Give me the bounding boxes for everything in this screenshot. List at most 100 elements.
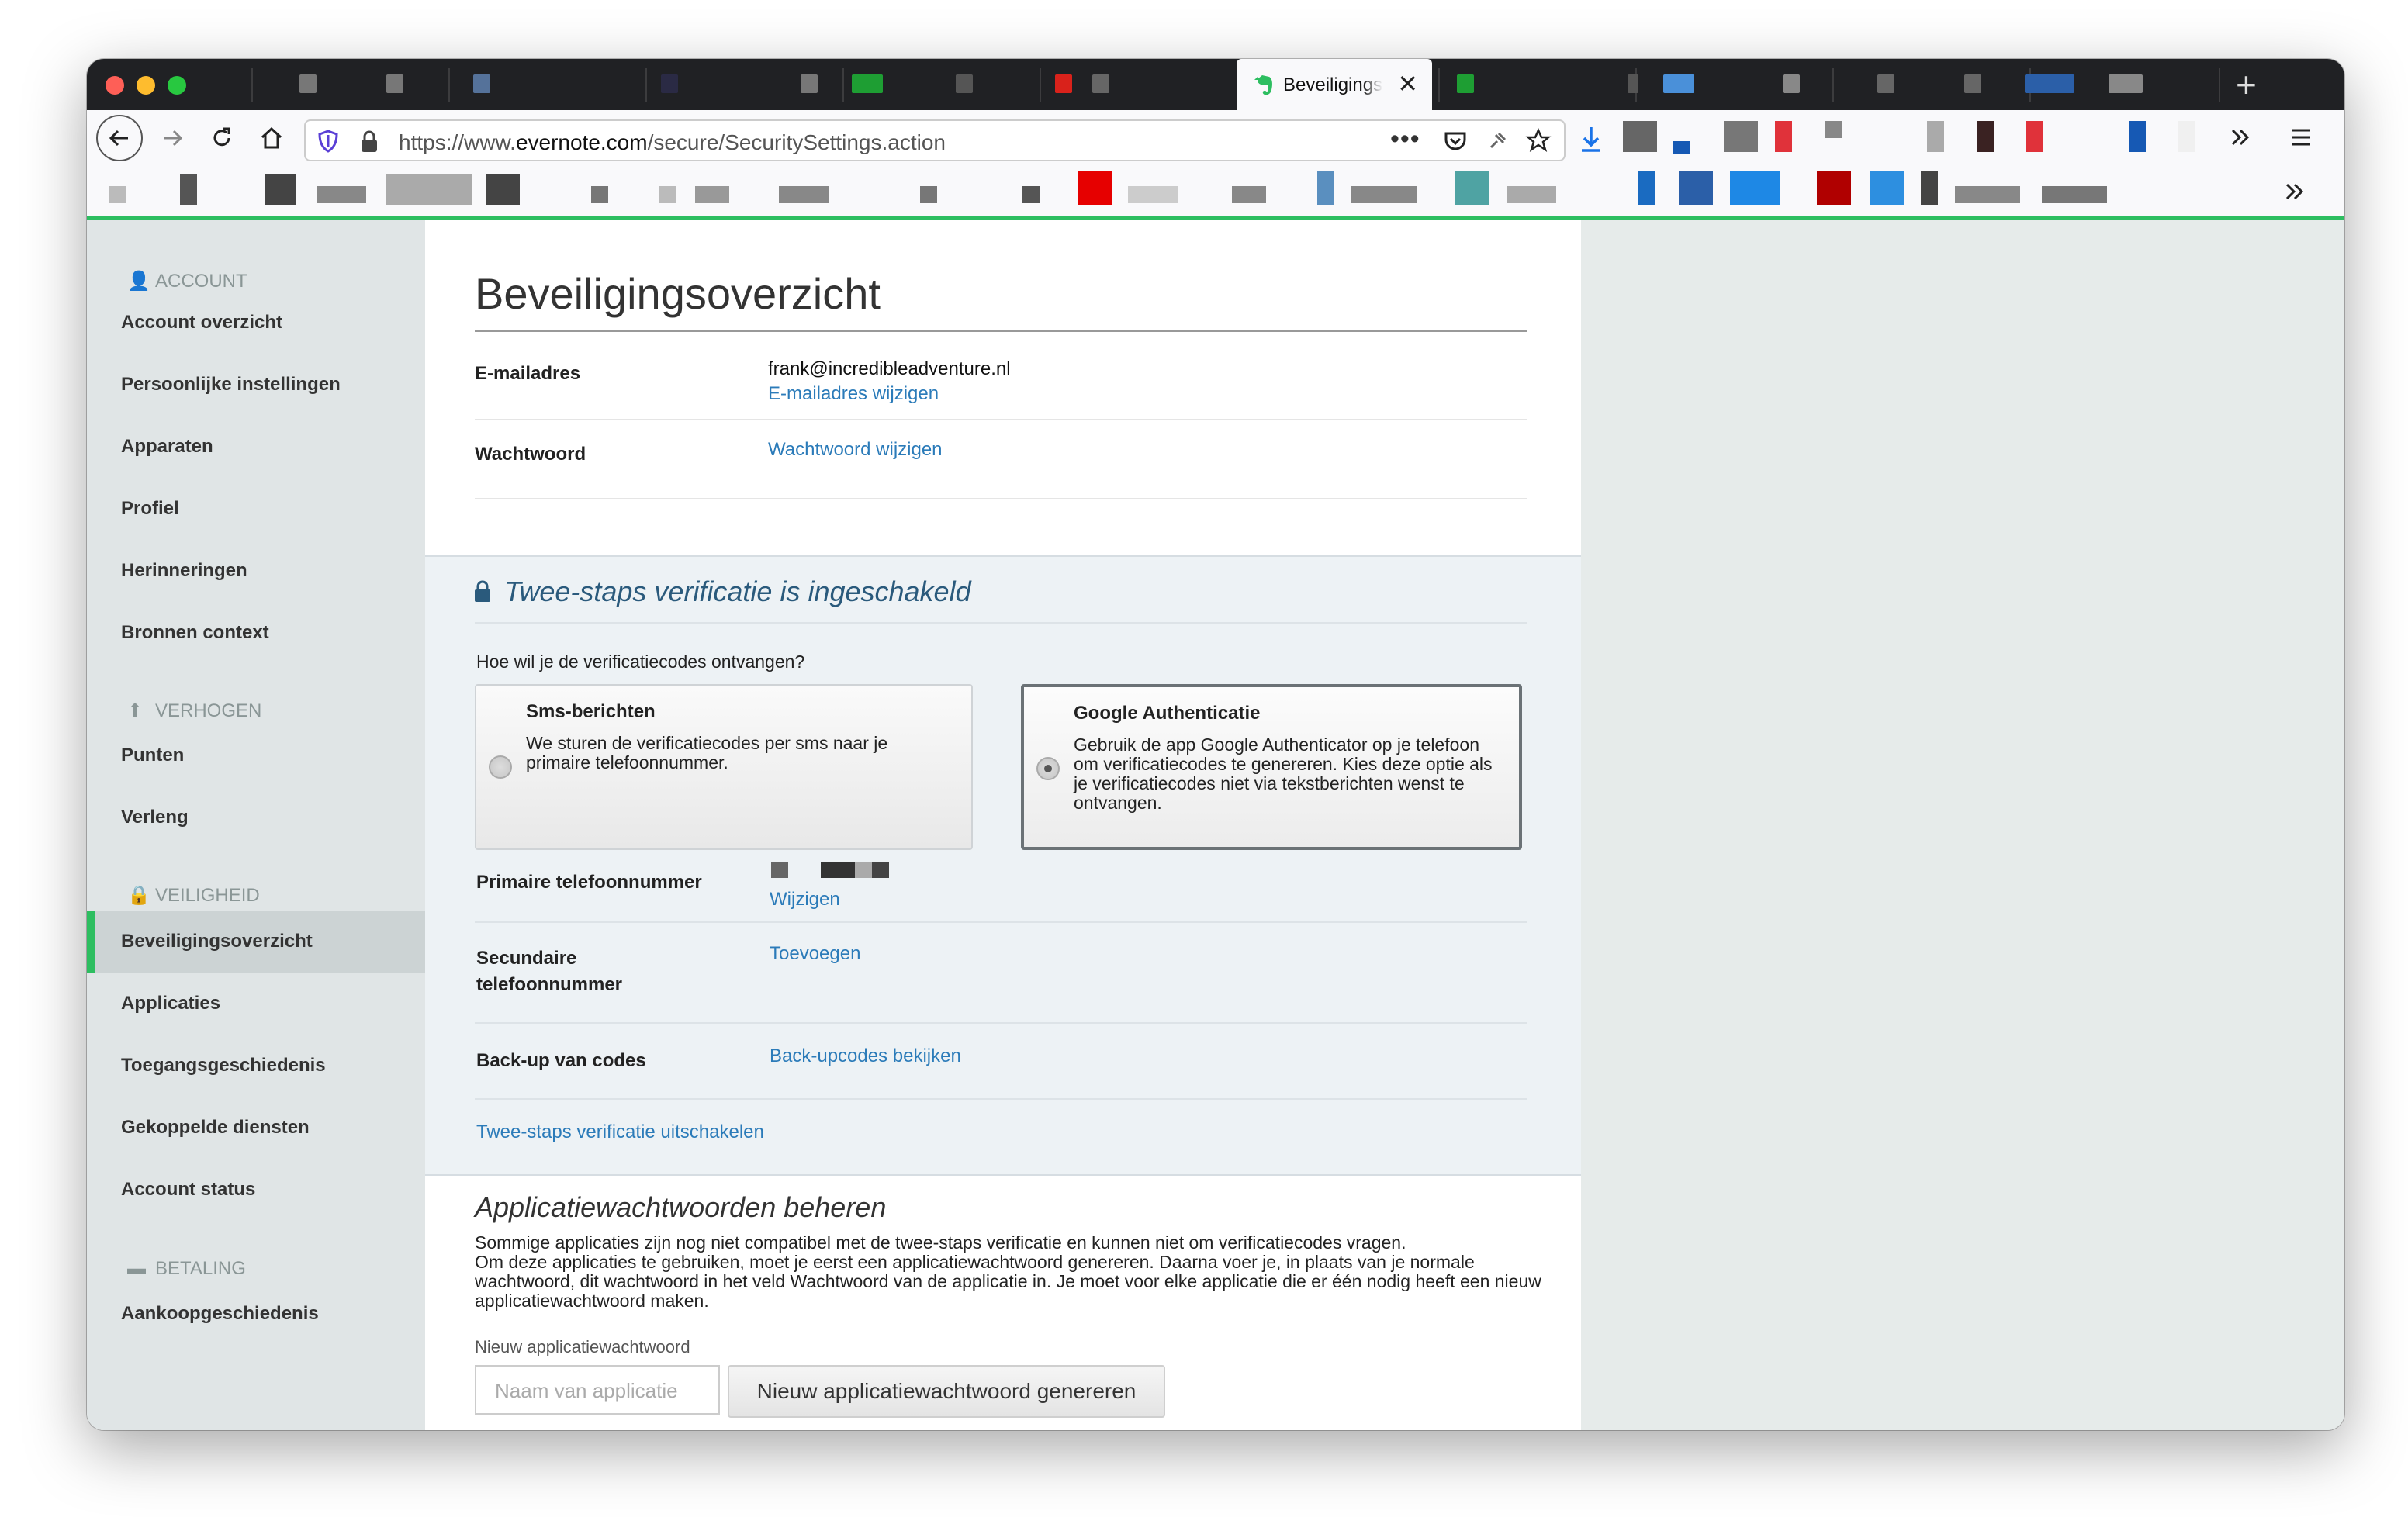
menu-icon[interactable] xyxy=(2289,126,2313,149)
generate-app-password-button[interactable]: Nieuw applicatiewachtwoord genereren xyxy=(728,1365,1165,1418)
sidebar-item-bronnen-context[interactable]: Bronnen context xyxy=(121,622,269,644)
tab-title: Beveiligingsoverzicht xyxy=(1283,74,1382,95)
tab-strip: Beveiligingsoverzicht ✕ + xyxy=(87,59,2344,110)
sidebar-item-beveiligingsoverzicht[interactable]: Beveiligingsoverzicht xyxy=(121,931,313,952)
bookmark-item[interactable] xyxy=(386,174,472,205)
tab[interactable] xyxy=(1457,74,1474,93)
tracking-shield-icon[interactable] xyxy=(317,129,340,154)
download-icon[interactable] xyxy=(1578,124,1604,154)
sms-option[interactable]: Sms-berichten We sturen de verificatieco… xyxy=(475,684,973,850)
overflow-chevron-icon[interactable] xyxy=(2228,124,2253,150)
home-icon xyxy=(261,126,282,149)
sidebar-section-veiligheid: 🔒 VEILIGHEID xyxy=(127,885,260,906)
sidebar-item-punten[interactable]: Punten xyxy=(121,745,184,766)
sidebar-item-profiel[interactable]: Profiel xyxy=(121,498,179,520)
bookmark-item[interactable] xyxy=(317,186,366,203)
zoom-window-button[interactable] xyxy=(168,76,186,95)
reload-button[interactable] xyxy=(202,118,242,158)
bookmark-item[interactable] xyxy=(2042,186,2107,203)
sidebar-item-aankoopgeschiedenis[interactable]: Aankoopgeschiedenis xyxy=(121,1303,319,1325)
bookmark-item[interactable] xyxy=(920,186,937,203)
bookmark-item[interactable] xyxy=(695,186,729,203)
tab[interactable] xyxy=(386,74,403,93)
tab[interactable] xyxy=(1663,74,1694,93)
bookmark-item[interactable] xyxy=(1351,186,1417,203)
bookmark-item[interactable] xyxy=(779,186,829,203)
change-email-link[interactable]: E-mailadres wijzigen xyxy=(768,383,939,405)
sidebar-item-account-status[interactable]: Account status xyxy=(121,1179,255,1201)
view-backup-codes-link[interactable]: Back-upcodes bekijken xyxy=(770,1045,961,1067)
minimize-window-button[interactable] xyxy=(137,76,155,95)
lock-icon[interactable] xyxy=(358,129,380,154)
tab[interactable] xyxy=(2109,74,2143,93)
tab[interactable] xyxy=(1628,74,1638,93)
sidebar-item-herinneringen[interactable]: Herinneringen xyxy=(121,560,247,582)
bookmark-item[interactable] xyxy=(1679,171,1713,205)
app-name-input[interactable]: Naam van applicatie xyxy=(475,1365,720,1415)
sidebar-section-betaling: ▬ BETALING xyxy=(127,1258,246,1279)
tab[interactable] xyxy=(1783,74,1800,93)
bookmark-item[interactable] xyxy=(1317,171,1334,205)
sms-radio[interactable] xyxy=(489,755,512,779)
close-tab-icon[interactable]: ✕ xyxy=(1397,70,1418,98)
tab[interactable] xyxy=(1964,74,1981,93)
sidebar-item-applicaties[interactable]: Applicaties xyxy=(121,993,220,1014)
tab[interactable] xyxy=(852,74,883,93)
pocket-icon[interactable] xyxy=(1443,129,1468,154)
sidebar-item-persoonlijke-instellingen[interactable]: Persoonlijke instellingen xyxy=(121,374,341,396)
address-bar[interactable]: https://www.evernote.com/secure/Security… xyxy=(304,119,1566,161)
bookmark-item[interactable] xyxy=(1078,171,1112,205)
backup-codes-label: Back-up van codes xyxy=(476,1050,646,1071)
back-button[interactable] xyxy=(96,115,143,161)
bookmark-item[interactable] xyxy=(591,186,608,203)
bookmarks-overflow-icon[interactable] xyxy=(2282,178,2307,205)
change-password-link[interactable]: Wachtwoord wijzigen xyxy=(768,439,943,461)
secondary-phone-label-2: telefoonnummer xyxy=(476,974,623,995)
page-actions-icon[interactable]: ••• xyxy=(1390,124,1420,154)
bookmark-item[interactable] xyxy=(265,174,296,205)
tab-active[interactable]: Beveiligingsoverzicht ✕ xyxy=(1237,59,1432,110)
sidebar-item-apparaten[interactable]: Apparaten xyxy=(121,436,213,458)
bookmark-item[interactable] xyxy=(1921,171,1938,205)
sidebar-item-verleng[interactable]: Verleng xyxy=(121,807,189,828)
pin-icon[interactable] xyxy=(1485,129,1510,154)
home-button[interactable] xyxy=(251,118,292,158)
tab[interactable] xyxy=(1877,74,1894,93)
tab[interactable] xyxy=(661,74,678,93)
google-auth-option-title: Google Authenticatie xyxy=(1074,703,1261,724)
bookmark-star-icon[interactable] xyxy=(1525,127,1552,154)
bookmark-item[interactable] xyxy=(659,186,676,203)
bookmark-item[interactable] xyxy=(1730,171,1780,205)
tab[interactable] xyxy=(2025,74,2074,93)
sidebar-item-account-overzicht[interactable]: Account overzicht xyxy=(121,312,282,334)
bookmark-item[interactable] xyxy=(1232,186,1266,203)
tab[interactable] xyxy=(473,74,490,93)
bookmark-item[interactable] xyxy=(180,174,197,205)
tab[interactable] xyxy=(299,74,317,93)
bookmark-item[interactable] xyxy=(486,174,520,205)
tab[interactable] xyxy=(801,74,818,93)
add-secondary-phone-link[interactable]: Toevoegen xyxy=(770,943,860,965)
bookmark-item[interactable] xyxy=(1955,186,2020,203)
tab[interactable] xyxy=(1055,74,1072,93)
google-auth-option[interactable]: Google Authenticatie Gebruik de app Goog… xyxy=(1021,684,1522,850)
bookmark-item[interactable] xyxy=(1455,171,1489,205)
new-tab-button[interactable]: + xyxy=(2236,65,2257,104)
bookmark-item[interactable] xyxy=(1817,171,1851,205)
disable-two-step-link[interactable]: Twee-staps verificatie uitschakelen xyxy=(476,1121,764,1143)
tab[interactable] xyxy=(1092,74,1109,93)
bookmark-item[interactable] xyxy=(1638,171,1656,205)
bookmark-item[interactable] xyxy=(1022,186,1040,203)
forward-button[interactable] xyxy=(152,118,192,158)
sidebar-item-gekoppelde-diensten[interactable]: Gekoppelde diensten xyxy=(121,1117,310,1139)
change-phone-link[interactable]: Wijzigen xyxy=(770,889,840,911)
bookmark-item[interactable] xyxy=(109,186,126,203)
bookmark-item[interactable] xyxy=(1870,171,1904,205)
primary-phone-value xyxy=(771,862,903,878)
sidebar-item-toegangsgeschiedenis[interactable]: Toegangsgeschiedenis xyxy=(121,1055,326,1077)
tab[interactable] xyxy=(956,74,973,93)
google-auth-radio[interactable] xyxy=(1036,757,1060,780)
close-window-button[interactable] xyxy=(106,76,124,95)
bookmark-item[interactable] xyxy=(1507,186,1556,203)
bookmark-item[interactable] xyxy=(1128,186,1178,203)
